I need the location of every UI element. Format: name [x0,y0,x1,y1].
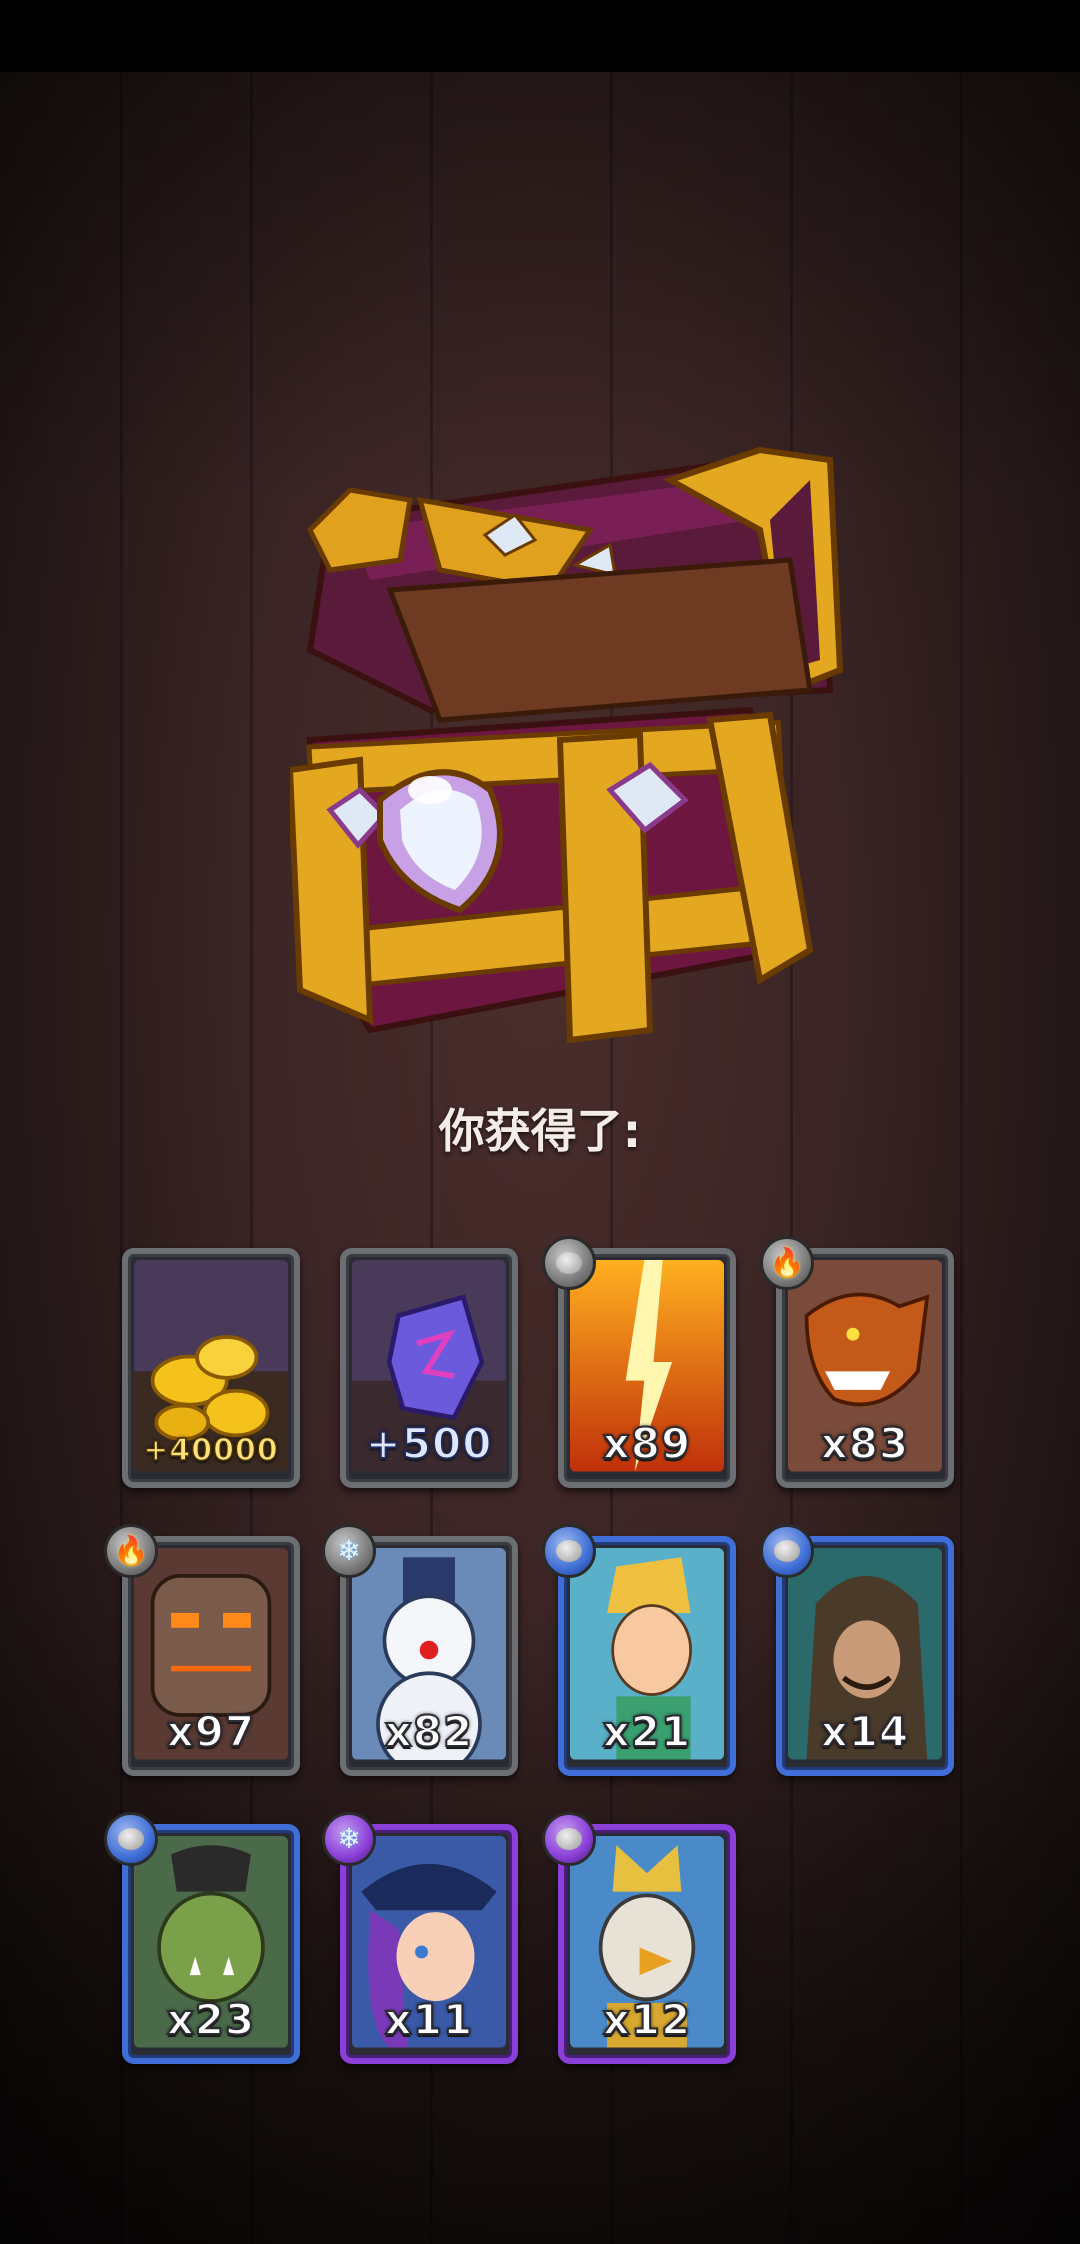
reward-count: x89 [602,1418,692,1469]
reward-count: x97 [166,1706,256,1757]
reward-count: x83 [820,1418,910,1469]
reward-title: 你获得了: [438,1104,642,1158]
reward-card-gold[interactable]: +40000 [122,1248,300,1488]
status-bar [0,0,1080,72]
reward-card-snowman[interactable]: x82 [340,1536,518,1776]
fire-element-icon: 🔥 [760,1236,814,1290]
ice-element-icon: ❄ [322,1524,376,1578]
ice-element-icon: ❄ [322,1812,376,1866]
reward-count: x11 [384,1994,474,2045]
reward-count: x82 [384,1706,474,1757]
stone-element-icon [542,1236,596,1290]
reward-count: x23 [166,1994,256,2045]
stone-element-icon [760,1524,814,1578]
stone-element-icon [542,1812,596,1866]
reward-count: x21 [602,1706,692,1757]
reward-card-gem[interactable]: +500 [340,1248,518,1488]
reward-count: +500 [365,1418,493,1469]
reward-count: +40000 [142,1432,279,1469]
stone-element-icon [542,1524,596,1578]
reward-count: x14 [820,1706,910,1757]
reward-card-orc[interactable]: x23 [122,1824,300,2064]
treasure-chest-icon [290,446,844,1044]
reward-card-pirate-girl[interactable]: x11 [340,1824,518,2064]
reward-count: x12 [602,1994,692,2045]
stone-element-icon [104,1812,158,1866]
fire-element-icon: 🔥 [104,1524,158,1578]
reward-card-lava-golem[interactable]: x97 [122,1536,300,1776]
